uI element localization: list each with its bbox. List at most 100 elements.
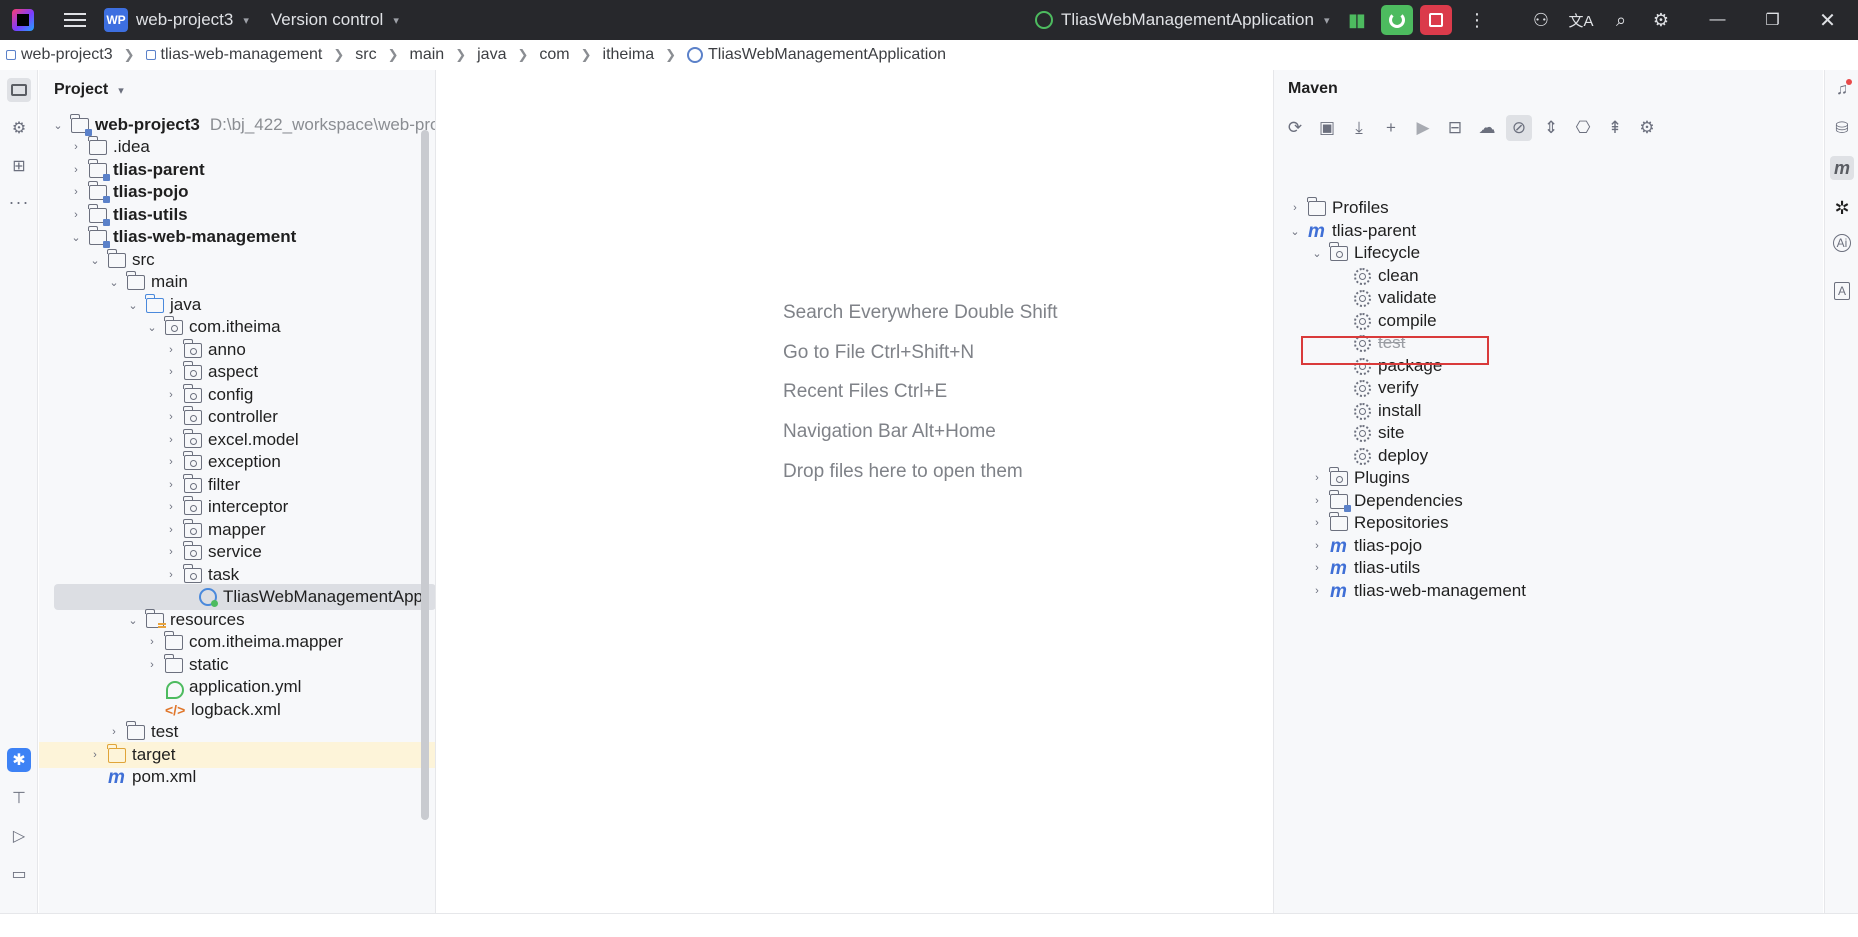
version-control-label: Version control (270, 10, 384, 29)
database-icon[interactable]: ⛁ (1830, 116, 1854, 140)
close-window-icon[interactable]: ✕ (1800, 0, 1855, 40)
chevron-down-icon: ⌄ (128, 299, 138, 312)
folder-icon (107, 248, 126, 268)
restore-window-icon[interactable]: ❐ (1745, 0, 1800, 40)
gear-icon (1354, 447, 1371, 465)
project-tool-icon[interactable] (7, 78, 31, 102)
module-folder-icon (88, 225, 110, 248)
maven-icon: m (1330, 580, 1347, 602)
execute-goal-icon[interactable]: ⊟ (1442, 115, 1468, 141)
translate-icon[interactable]: 文A (1565, 5, 1597, 35)
breadcrumb-item[interactable]: itheima (603, 46, 655, 64)
chevron-right-icon: › (169, 501, 173, 513)
project-panel-header[interactable]: Project ▾ (39, 70, 435, 110)
download-icon[interactable]: ⤓ (1346, 115, 1372, 141)
spring-app-icon (687, 47, 703, 63)
run-config-selector[interactable]: TliasWebManagementApplication ▾ (1035, 0, 1329, 40)
chevron-down-icon: ⌄ (53, 119, 63, 132)
terminal-icon[interactable]: ▭ (7, 862, 31, 886)
services-gear-icon[interactable]: ⚙ (7, 116, 31, 140)
project-panel: Project ▾ ⌄ web-project3 D:\bj_422_works… (39, 70, 436, 913)
run-services-icon[interactable]: ▷ (7, 824, 31, 848)
chevron-right-icon: › (169, 344, 173, 356)
chevron-right-icon: › (1315, 472, 1319, 484)
chevron-right-icon: ❯ (455, 47, 467, 62)
minimize-window-icon[interactable]: — (1690, 0, 1745, 40)
spring-app-icon (1035, 11, 1053, 29)
more-tools-icon[interactable]: ··· (7, 190, 31, 214)
folder-icon (126, 270, 145, 290)
search-icon[interactable]: ⌕ (1605, 5, 1637, 35)
rerun-icon (1389, 12, 1405, 28)
main-menu-icon[interactable] (64, 13, 86, 27)
right-tool-strip: ♫ ⛁ m ✲ Ai A (1824, 70, 1858, 913)
gear-icon (1354, 267, 1371, 285)
project-scrollbar[interactable] (421, 130, 429, 820)
add-icon[interactable]: + (1378, 115, 1404, 141)
debug-bug-icon[interactable]: ✱ (7, 748, 31, 772)
version-control-menu[interactable]: Version control ▾ (271, 10, 399, 30)
chevron-right-icon: › (169, 479, 173, 491)
package-icon (183, 360, 202, 380)
maven-tool-icon[interactable]: m (1830, 156, 1854, 180)
left-tool-strip: ⚙ ⊞ ··· ✱ ⊤ ▷ ▭ (0, 70, 38, 913)
chevron-right-icon: › (1293, 202, 1297, 214)
breadcrumb-item[interactable]: web-project3 (6, 46, 113, 64)
structure-icon[interactable]: ⊞ (7, 154, 31, 178)
breadcrumb-item[interactable]: src (355, 46, 376, 64)
maven-settings-icon[interactable]: ⚙ (1634, 115, 1660, 141)
package-highlight-box (1301, 336, 1489, 365)
chevron-right-icon: ❯ (333, 47, 345, 62)
pause-icon[interactable]: ▮▮ (1340, 5, 1372, 35)
build-hammer-icon[interactable]: ⊤ (7, 786, 31, 810)
source-folder-icon (145, 293, 164, 313)
chevron-right-icon: › (74, 186, 78, 198)
chevron-right-icon: › (1315, 585, 1319, 597)
stop-button[interactable] (1420, 5, 1452, 35)
chevron-down-icon: ⌄ (90, 254, 100, 267)
package-icon (183, 473, 202, 493)
breadcrumb-item[interactable]: com (539, 46, 569, 64)
folder-icon (164, 630, 183, 650)
breadcrumb-item[interactable]: main (410, 46, 445, 64)
collapse-all-icon[interactable]: ⇕ (1538, 115, 1564, 141)
run-icon[interactable]: ▶ (1410, 115, 1436, 141)
chevron-right-icon: ❯ (665, 47, 676, 62)
breadcrumb-item[interactable]: tlias-web-management (145, 46, 322, 64)
project-switcher[interactable]: WP web-project3 ▾ (104, 8, 249, 32)
breadcrumb-item[interactable]: java (477, 46, 506, 64)
resources-folder-icon (145, 608, 166, 629)
maven-toolbar: ⟳ ▣ ⤓ + ▶ ⊟ ☁ ⊘ ⇕ ⎔ ⇞ ⚙ (1282, 113, 1666, 143)
maven-item-module[interactable]: › m tlias-web-management (1310, 578, 1526, 604)
rerun-button[interactable] (1381, 5, 1413, 35)
ai-chat-icon[interactable]: Ai (1833, 234, 1851, 252)
generate-sources-icon[interactable]: ▣ (1314, 115, 1340, 141)
settings-gear-icon[interactable]: ⚙ (1645, 5, 1677, 35)
reload-icon[interactable]: ⟳ (1282, 115, 1308, 141)
text-tool-icon[interactable]: A (1834, 282, 1850, 300)
gear-icon (1354, 289, 1371, 307)
ai-assistant-icon[interactable]: ✲ (1830, 196, 1854, 220)
tree-item[interactable]: m pom.xml (39, 764, 435, 790)
package-icon (183, 450, 202, 470)
yaml-leaf-icon (165, 680, 184, 699)
breadcrumb-item[interactable]: TliasWebManagementApplication (687, 46, 946, 64)
package-icon (183, 495, 202, 515)
chevron-right-icon: › (169, 456, 173, 468)
module-icon (6, 50, 16, 60)
package-icon (183, 540, 202, 560)
notifications-bell-icon[interactable]: ♫ (1830, 78, 1854, 102)
chevron-right-icon: › (1315, 517, 1319, 529)
show-dependencies-icon[interactable]: ⎔ (1570, 115, 1596, 141)
dependencies-folder-icon (1329, 489, 1351, 512)
package-icon (183, 518, 202, 538)
expand-all-icon[interactable]: ⇞ (1602, 115, 1628, 141)
add-user-icon[interactable]: ⚇ (1525, 5, 1557, 35)
chevron-down-icon: ⌄ (1290, 225, 1300, 238)
offline-mode-icon[interactable]: ☁ (1474, 115, 1500, 141)
more-actions-icon[interactable]: ⋮ (1461, 5, 1493, 35)
chevron-right-icon: › (169, 546, 173, 558)
skip-tests-icon[interactable]: ⊘ (1506, 115, 1532, 141)
stop-icon (1429, 13, 1443, 27)
module-folder-icon (88, 180, 110, 203)
